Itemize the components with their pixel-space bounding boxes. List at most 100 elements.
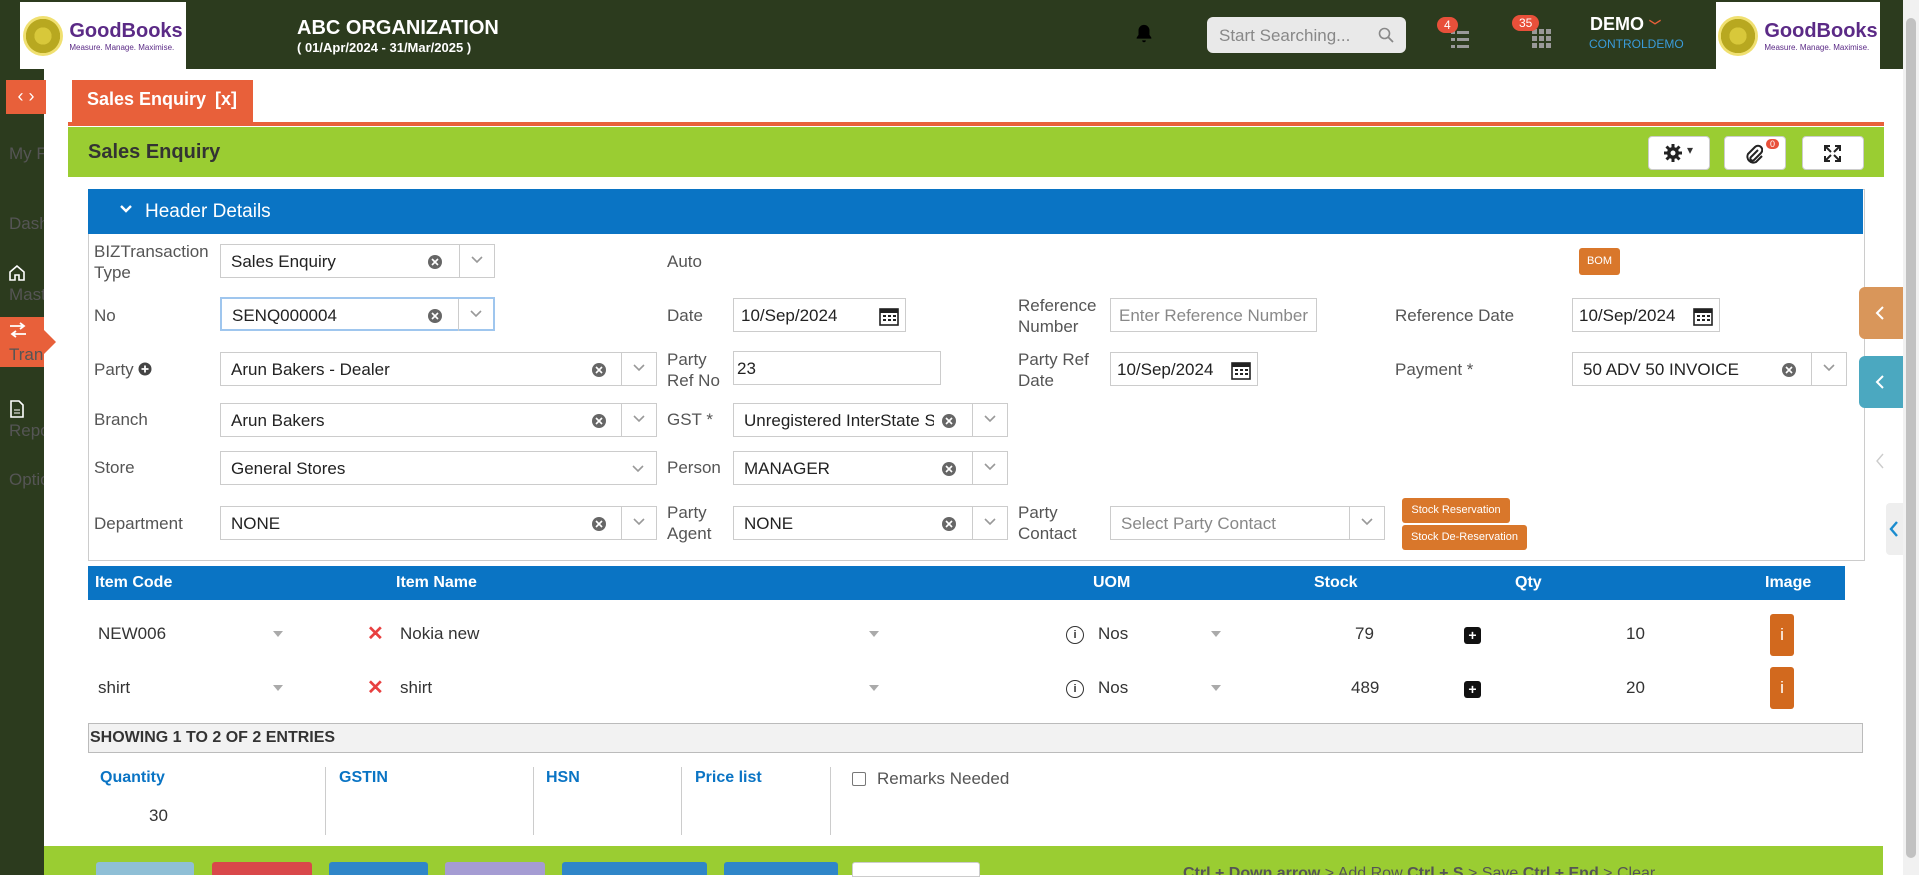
uom-cell[interactable]: Nos <box>1098 678 1128 698</box>
scrollbar-thumb[interactable] <box>1906 18 1916 858</box>
item-name-cell[interactable]: Nokia new <box>400 624 479 644</box>
clear-icon[interactable] <box>591 516 607 532</box>
image-button[interactable]: i <box>1770 667 1794 709</box>
add-circle-icon[interactable] <box>138 362 152 376</box>
party-contact-select[interactable]: Select Party Contact <box>1110 506 1385 540</box>
caret-down-icon[interactable] <box>869 685 879 691</box>
action-button-4[interactable] <box>445 862 545 875</box>
sidebar-item-options[interactable]: Optio <box>0 469 44 491</box>
branch-select[interactable]: Arun Bakers <box>220 403 657 437</box>
party-agent-label: Party Agent <box>667 503 712 543</box>
qty-cell[interactable]: 10 <box>1626 624 1645 644</box>
item-name-cell[interactable]: shirt <box>400 678 432 698</box>
dropdown-toggle[interactable] <box>1349 507 1384 539</box>
info-icon[interactable]: i <box>1066 680 1084 698</box>
dropdown-toggle[interactable] <box>621 507 656 539</box>
calendar-icon[interactable] <box>1693 306 1713 326</box>
dropdown-toggle[interactable] <box>972 507 1007 539</box>
reference-date-field[interactable]: 10/Sep/2024 <box>1572 298 1720 332</box>
search-icon[interactable] <box>1378 27 1394 43</box>
item-code-cell[interactable]: NEW006 <box>98 624 166 644</box>
attachment-button[interactable]: 0 <box>1724 136 1786 170</box>
remove-row-icon[interactable]: ✕ <box>367 675 384 700</box>
clear-icon[interactable] <box>591 362 607 378</box>
dropdown-toggle[interactable] <box>972 452 1007 484</box>
calendar-icon[interactable] <box>879 306 899 326</box>
stock-dereservation-button[interactable]: Stock De-Reservation <box>1402 525 1527 550</box>
tab-sales-enquiry[interactable]: Sales Enquiry [x] <box>72 80 253 122</box>
page-scrollbar[interactable] <box>1903 0 1919 875</box>
auto-label: Auto <box>667 252 702 271</box>
calendar-icon[interactable] <box>1231 360 1251 380</box>
reference-number-input[interactable]: Enter Reference Number <box>1110 298 1317 332</box>
chevron-down-icon[interactable] <box>632 465 644 473</box>
dropdown-toggle[interactable] <box>1811 353 1846 385</box>
clear-icon[interactable] <box>427 254 443 270</box>
sidebar-item-reports[interactable]: Repo <box>0 398 44 442</box>
search-box[interactable]: Start Searching... <box>1207 17 1406 53</box>
action-button-5[interactable] <box>562 862 707 875</box>
dropdown-toggle[interactable] <box>458 299 493 331</box>
add-stock-icon[interactable]: + <box>1464 627 1481 644</box>
dropdown-toggle[interactable] <box>459 245 494 277</box>
clear-icon[interactable] <box>941 461 957 477</box>
item-code-cell[interactable]: shirt <box>98 678 130 698</box>
image-button[interactable]: i <box>1770 614 1794 656</box>
party-ref-date-field[interactable]: 10/Sep/2024 <box>1110 352 1258 386</box>
payment-select[interactable]: 50 ADV 50 INVOICE <box>1572 352 1847 386</box>
user-menu[interactable]: DEMO ﹀ <box>1590 14 1661 35</box>
clear-icon[interactable] <box>941 516 957 532</box>
department-select[interactable]: NONE <box>220 506 657 540</box>
person-select[interactable]: MANAGER <box>733 451 1008 485</box>
sidebar-item-transactions[interactable]: Tran <box>0 317 44 367</box>
dropdown-toggle[interactable] <box>972 404 1007 436</box>
header-details-toggle[interactable]: Header Details <box>88 189 1863 234</box>
sidebar-toggle[interactable]: ‹ › <box>6 80 46 114</box>
bom-button[interactable]: BOM <box>1579 248 1620 275</box>
remarks-checkbox[interactable] <box>852 772 866 786</box>
goodbooks-logo[interactable]: GoodBooks Measure. Manage. Maximise. <box>20 2 186 70</box>
party-ref-no-input[interactable]: 23 <box>733 351 941 385</box>
caret-down-icon[interactable] <box>869 631 879 637</box>
gst-select[interactable]: Unregistered InterState Sa <box>733 403 1008 437</box>
apps-grid-icon[interactable] <box>1531 28 1553 50</box>
right-panel-toggle-1[interactable] <box>1859 287 1903 339</box>
clear-icon[interactable] <box>591 413 607 429</box>
dropdown-toggle[interactable] <box>621 353 656 385</box>
right-panel-toggle-2[interactable] <box>1859 356 1903 408</box>
date-field[interactable]: 10/Sep/2024 <box>733 298 906 332</box>
chevron-down-icon <box>471 256 483 264</box>
dropdown-toggle[interactable] <box>621 404 656 436</box>
caret-down-icon[interactable] <box>273 685 283 691</box>
qty-cell[interactable]: 20 <box>1626 678 1645 698</box>
action-button-2[interactable] <box>212 862 312 875</box>
clear-icon[interactable] <box>1781 362 1797 378</box>
sidebar-item-dashboard[interactable]: Dash <box>0 213 44 235</box>
side-drawer-toggle[interactable] <box>1886 503 1903 555</box>
add-stock-icon[interactable]: + <box>1464 681 1481 698</box>
action-button-3[interactable] <box>329 862 428 875</box>
action-button-6[interactable] <box>724 862 838 875</box>
clear-icon[interactable] <box>427 308 443 324</box>
settings-button[interactable]: ▾ <box>1648 136 1710 170</box>
bell-icon[interactable] <box>1133 22 1155 46</box>
sidebar-item-masters[interactable]: Mast <box>0 262 44 306</box>
remove-row-icon[interactable]: ✕ <box>367 621 384 646</box>
sidebar-item-favorites[interactable]: My Favo <box>0 143 44 187</box>
uom-cell[interactable]: Nos <box>1098 624 1128 644</box>
store-select[interactable]: General Stores <box>220 451 657 485</box>
biz-transaction-type-select[interactable]: Sales Enquiry <box>220 244 495 278</box>
caret-down-icon[interactable] <box>273 631 283 637</box>
party-agent-select[interactable]: NONE <box>733 506 1008 540</box>
chevron-left-icon[interactable] <box>1876 453 1884 469</box>
info-icon[interactable]: i <box>1066 626 1084 644</box>
expand-button[interactable] <box>1802 136 1864 170</box>
tab-close-button[interactable]: [x] <box>215 80 237 118</box>
caret-down-icon[interactable] <box>1211 631 1221 637</box>
action-button-1[interactable] <box>96 862 194 875</box>
clear-icon[interactable] <box>941 413 957 429</box>
document-number-select[interactable]: SENQ000004 <box>220 297 495 331</box>
party-select[interactable]: Arun Bakers - Dealer <box>220 352 657 386</box>
caret-down-icon[interactable] <box>1211 685 1221 691</box>
stock-reservation-button[interactable]: Stock Reservation <box>1402 498 1510 523</box>
